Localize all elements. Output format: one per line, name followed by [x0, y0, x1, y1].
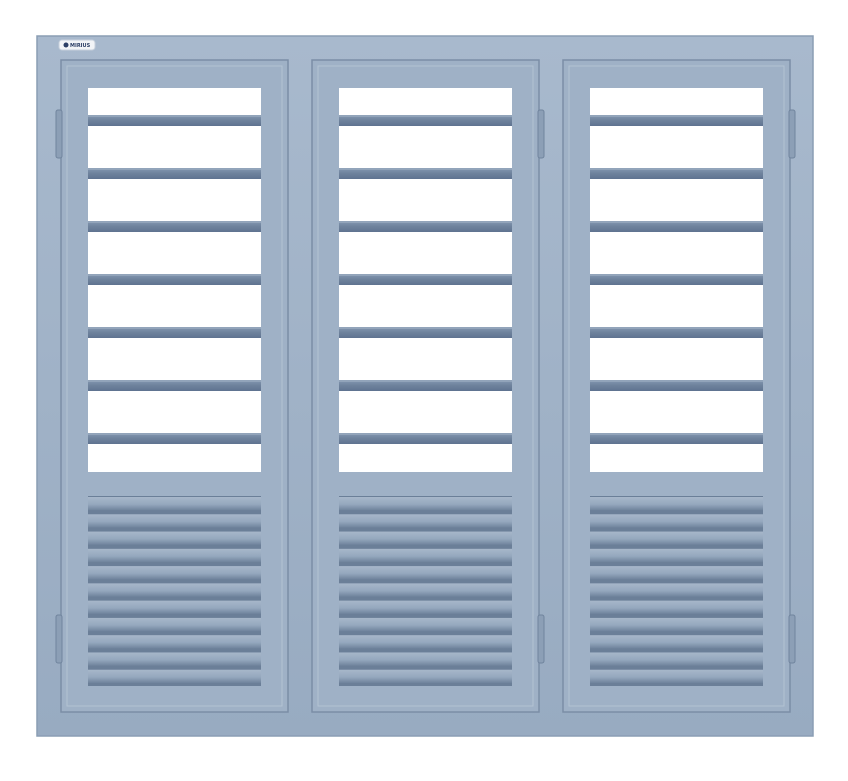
louver-blade [590, 548, 763, 563]
security-bar-highlight [339, 433, 512, 435]
louver-blade [590, 583, 763, 597]
panel-2 [311, 59, 545, 713]
hinge [55, 614, 63, 664]
louver-blade [339, 583, 512, 597]
security-bar-highlight [88, 327, 261, 329]
louver-blade [590, 514, 763, 528]
security-bar-highlight [590, 327, 763, 329]
security-bar-highlight [590, 380, 763, 382]
louver-blade [590, 652, 763, 666]
security-bar-highlight [339, 115, 512, 117]
louver-blade [590, 669, 763, 683]
louver-blade [590, 600, 763, 614]
louver-blade [88, 600, 261, 614]
hinge [788, 109, 796, 159]
brand-logo: MIRIUS [58, 39, 96, 51]
louver-blade [590, 635, 763, 649]
security-bar-highlight [88, 380, 261, 382]
hinge [55, 109, 63, 159]
security-bar-highlight [88, 221, 261, 223]
louver-blade [88, 566, 261, 580]
louver-blade [339, 531, 512, 545]
security-bar-highlight [339, 274, 512, 276]
security-bar-highlight [88, 274, 261, 276]
panel-1 [55, 59, 289, 713]
security-bar-highlight [590, 115, 763, 117]
security-bar-highlight [88, 168, 261, 170]
mid-rail [332, 473, 519, 493]
louver-blade [590, 566, 763, 580]
louver-blade [339, 669, 512, 683]
hinge [537, 614, 545, 664]
security-bar-highlight [88, 433, 261, 435]
security-bar-highlight [339, 380, 512, 382]
louver-blade [88, 652, 261, 666]
louver-blade [590, 531, 763, 545]
louver-blade [339, 617, 512, 632]
louver-blade [88, 583, 261, 597]
security-bar-highlight [339, 221, 512, 223]
louver-blade [88, 669, 261, 683]
mid-rail [583, 473, 770, 493]
security-bar-highlight [88, 115, 261, 117]
window-product-image: MIRIUS [0, 0, 848, 781]
louver-blade [339, 652, 512, 666]
louver-blade [339, 497, 512, 511]
hinge [537, 109, 545, 159]
panel-3 [562, 59, 796, 713]
louver-blade [88, 548, 261, 563]
louver-blade [339, 514, 512, 528]
mid-rail [81, 473, 268, 493]
security-bar-highlight [590, 433, 763, 435]
louver-blade [88, 617, 261, 632]
svg-text:MIRIUS: MIRIUS [70, 43, 91, 49]
louver-blade [88, 497, 261, 511]
security-bar-highlight [590, 274, 763, 276]
louver-blade [339, 600, 512, 614]
louver-blade [339, 566, 512, 580]
louver-blade [590, 617, 763, 632]
security-bar-highlight [339, 168, 512, 170]
security-bar-highlight [590, 221, 763, 223]
security-bar-highlight [339, 327, 512, 329]
security-bar-highlight [590, 168, 763, 170]
louver-blade [339, 548, 512, 563]
louver-blade [88, 635, 261, 649]
window-panels [55, 59, 796, 713]
louver-blade [590, 497, 763, 511]
hinge [788, 614, 796, 664]
louver-blade [339, 635, 512, 649]
louver-blade [88, 514, 261, 528]
window-illustration: MIRIUS [36, 35, 814, 737]
louver-blade [88, 531, 261, 545]
